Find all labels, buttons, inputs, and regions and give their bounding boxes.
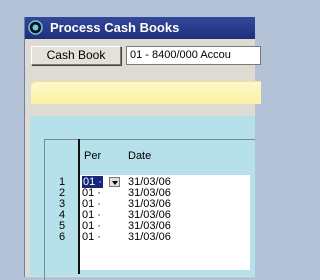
info-band	[31, 81, 261, 104]
cash-book-field[interactable]: 01 - 8400/000 Accou	[126, 46, 261, 65]
date-cell[interactable]: 31/03/06	[128, 188, 248, 199]
column-divider	[78, 139, 80, 274]
header-date[interactable]: Date	[128, 150, 151, 162]
per-cell[interactable]: 01 ·	[82, 199, 122, 210]
header-per[interactable]: Per	[84, 150, 101, 162]
row-number: 6	[58, 231, 66, 243]
per-cell[interactable]: 01 ·	[82, 210, 122, 221]
per-cell[interactable]: 01 ·	[82, 232, 122, 243]
row-number: 5	[58, 220, 66, 232]
date-cell[interactable]: 31/03/06	[128, 210, 248, 221]
row-number: 1	[58, 176, 66, 188]
window-title: Process Cash Books	[50, 20, 180, 35]
cash-book-button[interactable]: Cash Book	[31, 46, 121, 65]
chevron-down-icon[interactable]	[109, 177, 120, 187]
date-cell[interactable]: 31/03/06	[128, 232, 248, 243]
date-cell[interactable]: 31/03/06	[128, 221, 248, 232]
date-cell[interactable]: 31/03/06	[128, 199, 248, 210]
per-cell[interactable]: 01 ·	[82, 188, 122, 199]
app-icon	[28, 20, 43, 35]
row-number: 3	[58, 198, 66, 210]
per-cell[interactable]: 01 ·	[82, 221, 122, 232]
date-cell[interactable]: 31/03/06	[128, 177, 248, 188]
row-number: 2	[58, 187, 66, 199]
per-select[interactable]: 01 ·	[82, 176, 122, 188]
row-number: 4	[58, 209, 66, 221]
title-bar[interactable]: Process Cash Books	[25, 17, 255, 39]
